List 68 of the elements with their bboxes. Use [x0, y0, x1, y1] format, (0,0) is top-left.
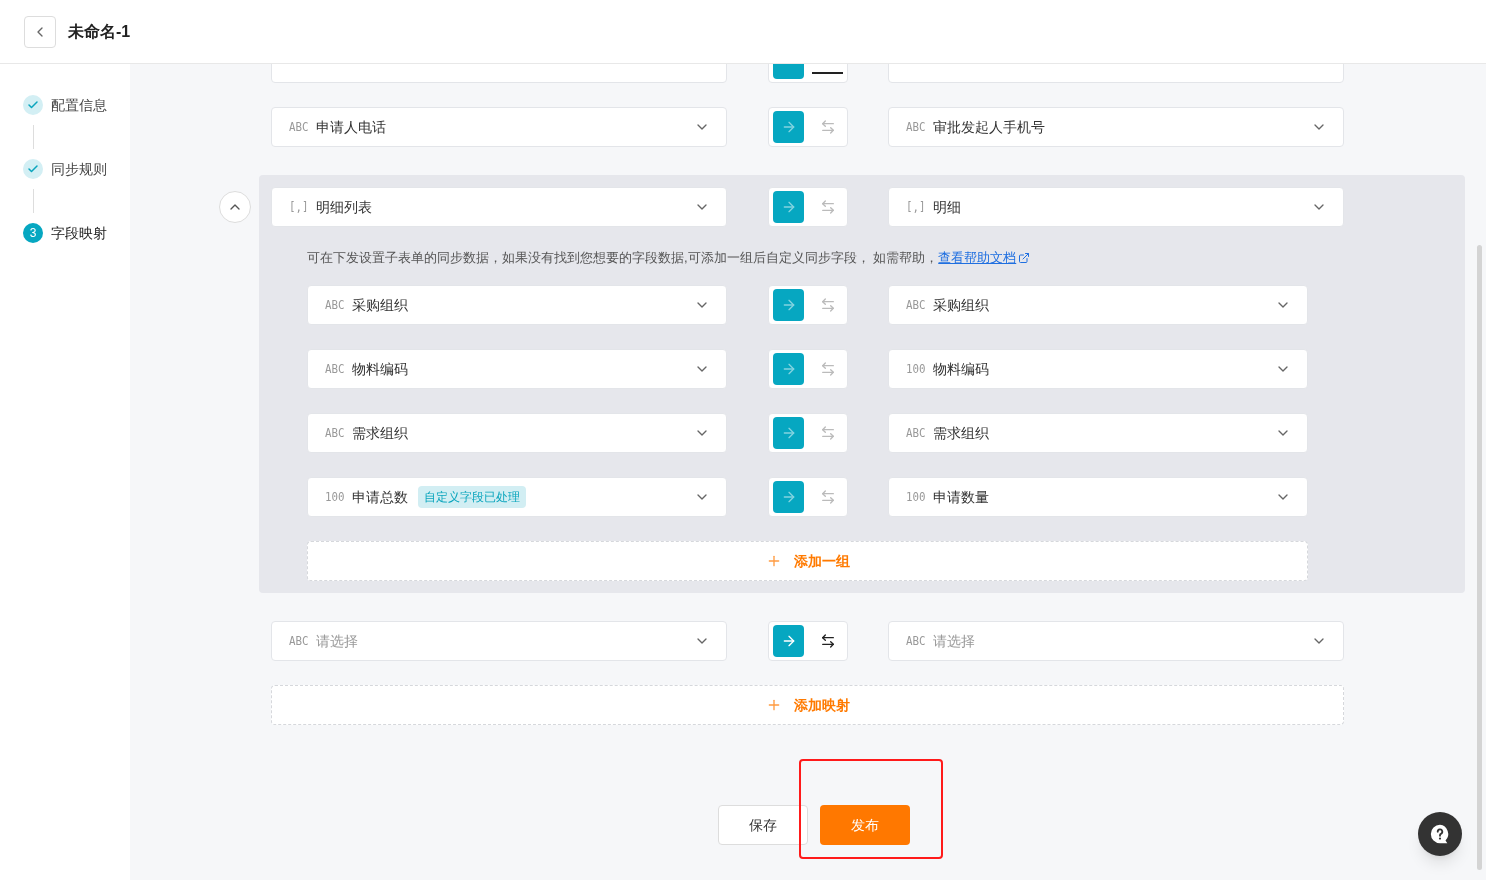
field-name: 审批发起人手机号: [932, 118, 1045, 137]
page-title: 未命名-1: [68, 21, 131, 42]
forward-button[interactable]: [773, 111, 804, 143]
help-button[interactable]: [1418, 812, 1462, 856]
field-name: 需求组织: [351, 424, 408, 443]
field-name: 申请数量: [932, 488, 989, 507]
field-type: ABC: [906, 297, 926, 314]
field-name: 物料编码: [351, 360, 408, 379]
select-field[interactable]: ABC 采购组织: [307, 285, 727, 325]
select-field[interactable]: [,] 明细: [888, 187, 1344, 227]
select-field[interactable]: ABC 采购组织: [888, 285, 1308, 325]
field-type: 100: [906, 489, 926, 506]
select-field[interactable]: ABC 需求组织: [888, 413, 1308, 453]
step-label[interactable]: 字段映射: [51, 223, 107, 243]
select-field[interactable]: 100 申请总数 自定义字段已处理: [307, 477, 727, 517]
field-type: ABC: [906, 633, 926, 650]
help-icon: [1429, 823, 1451, 845]
back-button[interactable]: [24, 15, 56, 48]
field-type: ABC: [325, 425, 345, 442]
select-field[interactable]: ABC 申请人电话: [271, 107, 727, 147]
field-type: ABC: [325, 297, 345, 314]
swap-icon: [819, 119, 836, 135]
field-type: ABC: [906, 119, 926, 136]
help-text: 可在下发设置子表单的同步数据，如果没有找到您想要的字段数据,可添加一组后自定义同步字段， 如需帮助，查看帮助文档: [307, 248, 1465, 268]
swap-icon: [819, 199, 836, 215]
swap-icon: [819, 425, 836, 441]
help-link[interactable]: 查看帮助文档: [938, 248, 1031, 268]
field-name: 申请人电话: [315, 118, 386, 137]
external-link-icon: [1018, 252, 1031, 264]
field-type: 100: [906, 361, 926, 378]
field-placeholder: 请选择: [932, 632, 975, 651]
field-name: 需求组织: [932, 424, 989, 443]
forward-button[interactable]: [773, 289, 804, 321]
field-type: ABC: [906, 425, 926, 442]
select-field[interactable]: [,] 明细列表: [271, 187, 727, 227]
forward-button[interactable]: [773, 417, 804, 449]
field-placeholder: 请选择: [315, 632, 358, 651]
field-type: ABC: [289, 633, 309, 650]
processed-tag: 自定义字段已处理: [417, 486, 526, 508]
field-name: 采购组织: [351, 296, 408, 315]
select-field[interactable]: ABC 需求组织: [307, 413, 727, 453]
field-type: 100: [325, 489, 345, 506]
field-type: ABC: [325, 361, 345, 378]
swap-icon: [819, 489, 836, 505]
field-name: 申请总数: [351, 488, 408, 507]
forward-button[interactable]: [773, 191, 804, 223]
swap-icon: [819, 297, 836, 313]
field-name: 明细: [932, 198, 961, 217]
field-name: 采购组织: [932, 296, 989, 315]
step-label[interactable]: 同步规则: [51, 159, 107, 179]
select-field[interactable]: ABC 审批发起人手机号: [888, 107, 1344, 147]
field-type: ABC: [289, 119, 309, 136]
swap-icon: [819, 361, 836, 377]
field-name: 明细列表: [315, 198, 372, 217]
forward-button[interactable]: [773, 481, 804, 513]
field-name: 物料编码: [932, 360, 989, 379]
select-field[interactable]: 100 申请数量: [888, 477, 1308, 517]
select-field[interactable]: 100 物料编码: [888, 349, 1308, 389]
field-type: [,]: [289, 199, 309, 216]
step-marker: 3: [23, 223, 43, 243]
forward-button[interactable]: [773, 625, 804, 657]
save-button[interactable]: 保存: [717, 805, 808, 845]
step-label[interactable]: 配置信息: [51, 95, 107, 115]
collapse-button[interactable]: [219, 191, 251, 223]
swap-icon: [819, 633, 836, 649]
forward-button[interactable]: [773, 353, 804, 385]
select-field[interactable]: ABC 物料编码: [307, 349, 727, 389]
field-type: [,]: [906, 199, 926, 216]
